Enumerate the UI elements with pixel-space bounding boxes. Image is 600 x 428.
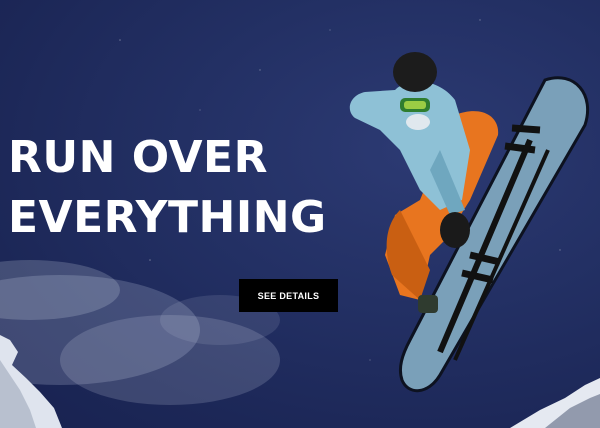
snow-spray xyxy=(0,260,280,405)
hero-banner: RUN OVER EVERYTHING SEE DETAILS xyxy=(0,0,600,428)
see-details-button[interactable]: SEE DETAILS xyxy=(239,279,338,312)
hero-headline: RUN OVER EVERYTHING xyxy=(8,128,327,248)
headline-line-2: EVERYTHING xyxy=(8,192,327,243)
headline-line-1: RUN OVER xyxy=(8,132,268,183)
snowboarder-figure xyxy=(349,52,590,393)
